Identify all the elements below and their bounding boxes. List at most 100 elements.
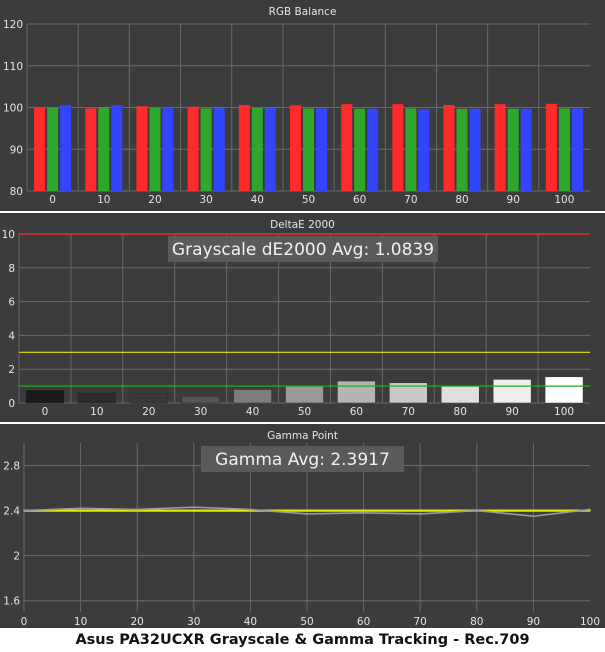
- x-tick-label: 80: [455, 194, 468, 206]
- x-tick-label: 70: [404, 194, 417, 206]
- x-tick-label: 0: [21, 616, 28, 628]
- delta-e-bar: [25, 390, 65, 404]
- y-tick-label: 2.8: [3, 461, 20, 473]
- delta-e-bar: [337, 380, 376, 404]
- delta-e-bar: [233, 389, 272, 404]
- x-tick-label: 0: [49, 194, 56, 206]
- chart-title: Gamma Point: [267, 430, 338, 442]
- x-tick-label: 60: [357, 616, 370, 628]
- green-bar: [303, 108, 314, 191]
- delta-e-bar: [440, 385, 480, 404]
- x-tick-label: 30: [187, 616, 200, 628]
- blue-bar: [520, 108, 532, 191]
- x-tick-label: 20: [148, 194, 161, 206]
- x-tick-label: 20: [142, 406, 155, 418]
- x-tick-label: 90: [507, 194, 520, 206]
- y-tick-label: 1.6: [3, 596, 20, 608]
- x-tick-label: 40: [244, 616, 257, 628]
- gamma_measured-point: [532, 515, 535, 518]
- gamma_measured-point: [136, 508, 138, 511]
- gamma_measured-point: [249, 508, 252, 511]
- chart-title: DeltaE 2000: [270, 219, 335, 231]
- blue-bar: [213, 107, 225, 191]
- red-bar: [494, 104, 506, 191]
- x-tick-label: 10: [74, 616, 87, 628]
- gamma_target-point: [79, 509, 82, 512]
- blue-bar: [60, 104, 72, 191]
- x-tick-label: 50: [302, 194, 315, 206]
- red-bar: [290, 105, 301, 191]
- gamma_measured-point: [362, 512, 365, 514]
- x-tick-label: 10: [97, 194, 110, 206]
- chart-stage: RGB Balance 80 90 100 110 120 0 10 20 30 40 50 60 70 8…: [0, 0, 605, 652]
- gamma_target-point: [362, 509, 365, 512]
- blue-bar: [418, 109, 430, 191]
- x-tick-label: 50: [298, 406, 311, 418]
- x-tick-label: 60: [353, 194, 366, 206]
- figure-caption: Asus PA32UCXR Grayscale & Gamma Tracking…: [75, 632, 530, 648]
- y-tick-label: 10: [2, 229, 15, 241]
- blue-bar: [111, 105, 123, 191]
- y-tick-label: 4: [8, 330, 15, 342]
- green-bar: [558, 108, 570, 191]
- green-bar: [507, 108, 519, 191]
- x-tick-label: 80: [470, 616, 483, 628]
- blue-bar: [469, 108, 481, 191]
- x-tick-label: 100: [554, 194, 574, 206]
- gamma_target-point: [532, 509, 535, 512]
- x-tick-label: 10: [90, 406, 103, 418]
- y-tick-label: 120: [3, 19, 23, 31]
- green-bar: [149, 107, 161, 191]
- red-bar: [392, 104, 404, 191]
- x-tick-label: 50: [300, 616, 313, 628]
- x-tick-label: 90: [527, 616, 540, 628]
- x-tick-label: 100: [554, 406, 574, 418]
- x-tick-label: 30: [199, 194, 212, 206]
- gamma_measured-point: [193, 506, 195, 509]
- red-bar: [34, 107, 46, 191]
- blue-bar: [316, 108, 327, 191]
- delta-e-bar: [285, 385, 324, 404]
- gamma_target-point: [193, 509, 195, 512]
- y-tick-label: 0: [8, 398, 15, 410]
- green-bar: [456, 108, 468, 191]
- y-tick-label: 8: [8, 263, 15, 275]
- y-tick-label: 80: [10, 186, 23, 198]
- red-bar: [545, 103, 557, 191]
- chart-panel-2: DeltaE 200002468100 10 20 30 40 50 60 70 80 90 100…: [0, 213, 605, 422]
- x-tick-label: 40: [251, 194, 264, 206]
- red-bar: [187, 106, 199, 191]
- gamma_measured-point: [419, 513, 422, 515]
- y-tick-label: 2.4: [3, 506, 20, 518]
- delta-e-bar: [181, 395, 220, 404]
- x-tick-label: 0: [42, 406, 49, 418]
- chart-panel-1: RGB Balance 80 90 100 110 120 0 10 20 30 40 50 60 70 8…: [0, 0, 605, 211]
- red-bar: [341, 104, 353, 191]
- red-bar: [238, 104, 250, 191]
- x-tick-label: 80: [454, 406, 467, 418]
- chart-title: RGB Balance: [269, 6, 337, 18]
- x-tick-label: 90: [505, 406, 518, 418]
- charts-canvas: RGB Balance80901001101200 10 20 30 40 50 60 70 8…: [0, 0, 605, 628]
- green-bar: [354, 108, 366, 191]
- blue-bar: [264, 107, 276, 191]
- green-bar: [47, 107, 59, 191]
- blue-bar: [367, 108, 379, 191]
- delta-e-bar: [492, 379, 532, 404]
- gamma_measured-point: [79, 507, 82, 510]
- annotation-text: Grayscale dE2000 Avg: 1.0839: [172, 240, 434, 260]
- y-tick-label: 6: [8, 297, 15, 309]
- y-tick-label: 2: [13, 551, 20, 563]
- chart-panel-3: Gamma Point 1.6 2 2.4 2.8 0 10 20 30 40 50 60 70 80 90…: [0, 424, 605, 628]
- blue-bar: [571, 108, 583, 191]
- red-bar: [85, 108, 97, 191]
- delta-e-bar: [129, 393, 169, 404]
- x-tick-label: 60: [350, 406, 363, 418]
- gamma_measured-point: [589, 508, 591, 511]
- annotation-text: Gamma Avg: 2.3917: [215, 450, 390, 470]
- red-bar: [136, 106, 148, 191]
- green-bar: [251, 107, 263, 191]
- x-tick-label: 100: [580, 616, 600, 628]
- gamma_target-point: [419, 509, 422, 512]
- delta-e-bar: [544, 376, 584, 404]
